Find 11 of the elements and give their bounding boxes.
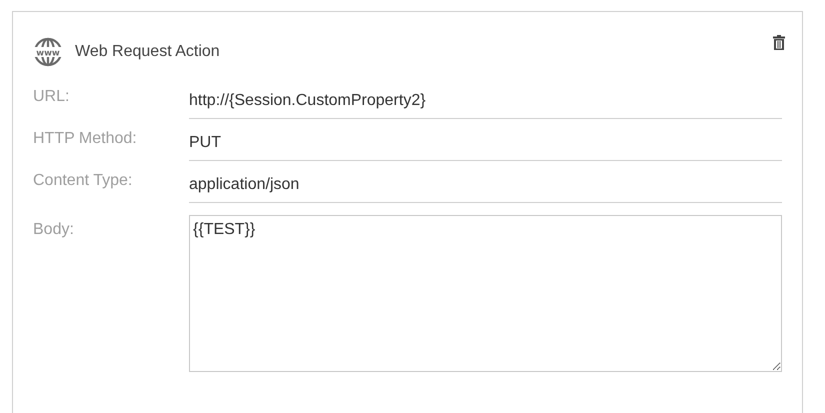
field-label: Body: <box>33 220 75 240</box>
field-label: URL: <box>33 87 70 107</box>
body-field[interactable]: {{TEST}} <box>189 215 782 372</box>
globe-icon: www <box>33 37 63 67</box>
card-title: Web Request Action <box>75 42 220 62</box>
text-field[interactable]: PUT <box>189 123 782 161</box>
text-field[interactable]: application/json <box>189 165 782 203</box>
text-field[interactable]: http://{Session.CustomProperty2} <box>189 81 782 119</box>
field-label: HTTP Method: <box>33 129 138 149</box>
delete-icon[interactable] <box>773 35 785 50</box>
field-label: Content Type: <box>33 171 134 191</box>
